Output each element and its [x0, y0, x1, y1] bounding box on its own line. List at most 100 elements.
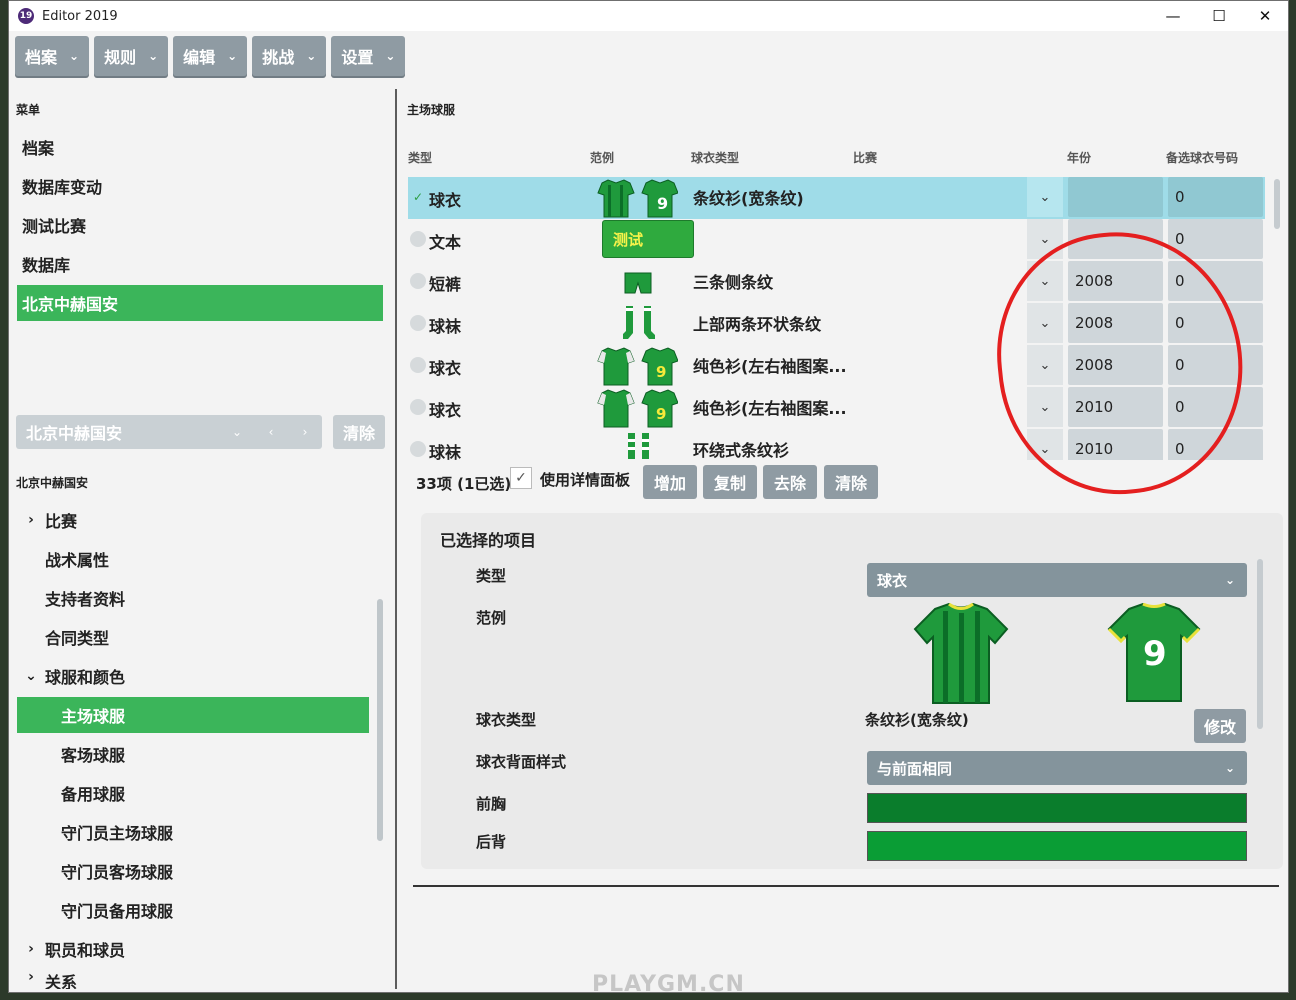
back-color-picker[interactable] — [867, 831, 1247, 861]
table-row[interactable]: 球袜 上部两条环状条纹 ⌄ 2008 0 — [408, 303, 1265, 345]
maximize-button[interactable]: ☐ — [1196, 1, 1242, 31]
chevron-down-icon: ⌄ — [148, 49, 159, 63]
tree-item-gk-home-kit[interactable]: 守门员主场球服 — [61, 814, 371, 850]
chevron-down-icon: ⌄ — [25, 668, 37, 684]
tree-item-gk-away-kit[interactable]: 守门员客场球服 — [61, 853, 371, 889]
kit-sample-shirt-icon: 9 — [597, 179, 678, 218]
row-year[interactable] — [1068, 177, 1163, 217]
row-type: 球衣 — [429, 401, 462, 420]
column-header-alt-number[interactable]: 备选球衣号码 — [1166, 149, 1238, 166]
row-year[interactable] — [1068, 219, 1163, 259]
tree-item-relations[interactable]: › 关系 — [17, 969, 371, 989]
item-count: 33项 (1已选) — [416, 475, 512, 493]
row-year[interactable]: 2010 — [1068, 429, 1163, 460]
tree-item-home-kit[interactable]: 主场球服 — [17, 697, 369, 733]
checkmark-icon — [410, 441, 426, 457]
tree-label: 球服和颜色 — [45, 668, 126, 687]
column-header-sample[interactable]: 范例 — [590, 149, 614, 166]
chevron-down-icon[interactable]: ⌄ — [220, 425, 254, 439]
kit-sample-shirt-icon: 9 — [597, 347, 678, 386]
next-arrow-icon[interactable]: › — [288, 425, 322, 439]
editor-window: 19 Editor 2019 — ☐ ✕ 档案 ⌄ 规则 ⌄ 编辑 ⌄ 挑战 ⌄ 设置 ⌄… — [8, 0, 1289, 993]
row-year[interactable]: 2008 — [1068, 261, 1163, 301]
table-row[interactable]: 球衣 9 纯色衫(左右袖图案... ⌄ 2010 0 — [408, 387, 1265, 429]
detail-back-style-select[interactable]: 与前面相同 ⌄ — [867, 751, 1247, 785]
row-dropdown-chevron-icon[interactable]: ⌄ — [1027, 345, 1063, 385]
nav-item-database[interactable]: 数据库 — [17, 246, 383, 282]
row-dropdown-chevron-icon[interactable]: ⌄ — [1027, 219, 1063, 259]
menu-edit[interactable]: 编辑 ⌄ — [173, 36, 248, 76]
club-selector[interactable]: 北京中赫国安 ⌄ ‹ › — [16, 415, 322, 449]
row-dropdown-chevron-icon[interactable]: ⌄ — [1027, 303, 1063, 343]
row-dropdown-chevron-icon[interactable]: ⌄ — [1027, 177, 1063, 217]
detail-back-color-label: 后背 — [476, 833, 507, 851]
tree-item-competitions[interactable]: › 比赛 — [17, 502, 371, 538]
row-alt-number[interactable]: 0 — [1168, 387, 1263, 427]
row-year[interactable]: 2008 — [1068, 345, 1163, 385]
detail-scrollbar[interactable] — [1257, 559, 1263, 729]
row-alt-number[interactable]: 0 — [1168, 345, 1263, 385]
use-detail-checkbox[interactable]: ✓ — [510, 467, 532, 489]
chevron-down-icon: ⌄ — [1224, 761, 1235, 775]
column-header-match[interactable]: 比赛 — [853, 149, 877, 166]
tree-item-supporters[interactable]: 支持者资料 — [45, 580, 371, 616]
table-row[interactable]: 文本 ⌄ 0 — [408, 219, 1265, 261]
minimize-button[interactable]: — — [1150, 1, 1196, 31]
kit-table: ✓ 球衣 9 条纹衫(宽条纹) ⌄ 0 文本 ⌄ 0 短裤 三条侧条纹 ⌄ 20… — [397, 175, 1277, 460]
row-alt-number[interactable]: 0 — [1168, 261, 1263, 301]
table-row[interactable]: 球袜 环绕式条纹衫 ⌄ 2010 0 — [408, 429, 1265, 460]
menu-challenge[interactable]: 挑战 ⌄ — [252, 36, 327, 76]
tree-item-third-kit[interactable]: 备用球服 — [61, 775, 371, 811]
table-row[interactable]: 球衣 9 纯色衫(左右袖图案... ⌄ 2008 0 — [408, 345, 1265, 387]
left-scrollbar[interactable] — [377, 599, 383, 841]
row-dropdown-chevron-icon[interactable]: ⌄ — [1027, 429, 1063, 460]
tree-item-away-kit[interactable]: 客场球服 — [61, 736, 371, 772]
chest-color-picker[interactable] — [867, 793, 1247, 823]
row-alt-number[interactable]: 0 — [1168, 177, 1263, 217]
detail-kit-type-label: 球衣类型 — [476, 711, 537, 729]
table-scrollbar[interactable] — [1274, 179, 1280, 229]
test-tooltip-button[interactable]: 测试 — [602, 220, 694, 258]
prev-arrow-icon[interactable]: ‹ — [254, 425, 288, 439]
clear-club-button[interactable]: 清除 — [333, 415, 385, 449]
row-dropdown-chevron-icon[interactable]: ⌄ — [1027, 261, 1063, 301]
remove-button[interactable]: 去除 — [763, 465, 817, 499]
nav-item-db-changes[interactable]: 数据库变动 — [17, 168, 383, 204]
menu-file[interactable]: 档案 ⌄ — [15, 36, 90, 76]
column-header-kit-type[interactable]: 球衣类型 — [691, 149, 739, 166]
tree-label: 关系 — [45, 973, 78, 989]
row-alt-number[interactable]: 0 — [1168, 219, 1263, 259]
nav-item-test-match[interactable]: 测试比赛 — [17, 207, 383, 243]
kit-section-title: 主场球服 — [407, 103, 456, 117]
detail-shirt-front-icon — [913, 603, 1009, 704]
copy-button[interactable]: 复制 — [703, 465, 757, 499]
tree-item-kits-colors[interactable]: ⌄ 球服和颜色 — [17, 658, 371, 694]
column-header-type[interactable]: 类型 — [408, 149, 432, 166]
menu-rules[interactable]: 规则 ⌄ — [94, 36, 169, 76]
row-alt-number[interactable]: 0 — [1168, 303, 1263, 343]
table-row[interactable]: ✓ 球衣 9 条纹衫(宽条纹) ⌄ 0 — [408, 177, 1265, 219]
chevron-down-icon: ⌄ — [1224, 573, 1235, 587]
row-alt-number[interactable]: 0 — [1168, 429, 1263, 460]
nav-item-club[interactable]: 北京中赫国安 — [17, 285, 383, 321]
close-button[interactable]: ✕ — [1242, 1, 1288, 31]
tree-item-contract-types[interactable]: 合同类型 — [45, 619, 371, 655]
row-dropdown-chevron-icon[interactable]: ⌄ — [1027, 387, 1063, 427]
row-year[interactable]: 2008 — [1068, 303, 1163, 343]
title-bar: 19 Editor 2019 — ☐ ✕ — [9, 1, 1288, 31]
clear-button[interactable]: 清除 — [824, 465, 878, 499]
column-header-year[interactable]: 年份 — [1067, 149, 1091, 166]
edit-kit-type-button[interactable]: 修改 — [1194, 709, 1246, 743]
kit-sample-socks-icon — [628, 433, 649, 459]
add-button[interactable]: 增加 — [643, 465, 697, 499]
table-row[interactable]: 短裤 三条侧条纹 ⌄ 2008 0 — [408, 261, 1265, 303]
tree-item-tactics[interactable]: 战术属性 — [45, 541, 371, 577]
shirt-number: 9 — [656, 363, 666, 381]
menu-settings[interactable]: 设置 ⌄ — [331, 36, 406, 76]
row-kit-type: 条纹衫(宽条纹) — [693, 189, 804, 208]
tree-item-gk-third-kit[interactable]: 守门员备用球服 — [61, 892, 371, 928]
tree-item-staff-players[interactable]: › 职员和球员 — [17, 931, 371, 967]
detail-type-select[interactable]: 球衣 ⌄ — [867, 563, 1247, 597]
row-year[interactable]: 2010 — [1068, 387, 1163, 427]
nav-item-profile[interactable]: 档案 — [17, 129, 383, 165]
